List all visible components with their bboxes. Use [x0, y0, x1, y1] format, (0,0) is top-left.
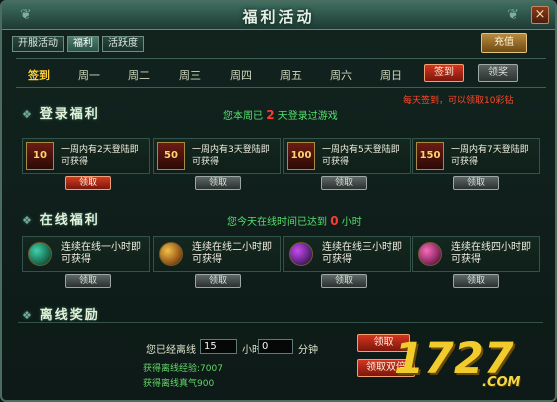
online-reward-card-4: 连续在线四小时即可获得 [412, 236, 540, 272]
login-claim-button-1[interactable]: 领取 [65, 176, 111, 190]
recharge-button[interactable]: 充值 [481, 33, 527, 53]
login-welfare-title: 登录福利 [22, 103, 100, 122]
day-friday: 周五 [280, 69, 302, 82]
online-reward-text-1: 连续在线一小时即可获得 [61, 242, 141, 265]
login-reward-text-3: 一周内有5天登陆即可获得 [322, 145, 400, 167]
weekday-bar: 签到 周一 周二 周三 周四 周五 周六 周日 签到 领奖 [16, 58, 546, 88]
window-title: 福利活动 [242, 8, 315, 26]
online-hours-value: 0 [330, 214, 339, 228]
login-reward-card-2: 50 一周内有3天登陆即可获得 [153, 138, 281, 174]
online-status-prefix: 您今天在线时间已达到 [227, 217, 327, 228]
signin-button[interactable]: 签到 [424, 64, 464, 82]
login-reward-text-4: 一周内有7天登陆即可获得 [451, 145, 529, 167]
offline-reward-title: 离线奖励 [22, 304, 100, 323]
watermark-sub: .COM [482, 375, 521, 390]
day-monday: 周一 [78, 69, 100, 82]
login-reward-card-4: 150 一周内有7天登陆即可获得 [412, 138, 540, 174]
close-button[interactable]: × [531, 6, 549, 24]
day-sunday: 周日 [380, 69, 402, 82]
login-status-prefix: 您本周已 [223, 111, 263, 122]
day-tuesday: 周二 [128, 69, 150, 82]
pink-orb-icon[interactable] [418, 242, 442, 266]
online-reward-card-3: 连续在线三小时即可获得 [283, 236, 411, 272]
login-reward-text-2: 一周内有3天登陆即可获得 [192, 145, 270, 167]
purple-orb-icon[interactable] [289, 242, 313, 266]
online-status: 您今天在线时间已达到 0 小时 [227, 213, 362, 228]
welfare-window: ❦ ❦ 福利活动 × 开服活动 福利 活跃度 充值 签到 周一 周二 周三 周四… [0, 0, 557, 402]
login-days-value: 2 [266, 108, 275, 122]
online-claim-button-1[interactable]: 领取 [65, 274, 111, 288]
online-status-suffix: 小时 [341, 217, 362, 228]
login-status-suffix: 天登录过游戏 [277, 111, 338, 122]
gift-100-icon[interactable]: 100 [287, 142, 315, 170]
offline-hours-input[interactable]: 15 [200, 339, 237, 354]
tab-welfare[interactable]: 福利 [67, 36, 99, 52]
green-orb-icon[interactable] [28, 242, 52, 266]
gold-orb-icon[interactable] [159, 242, 183, 266]
tab-bar: 开服活动 福利 活跃度 [12, 36, 144, 52]
offline-minutes-label: 分钟 [298, 345, 318, 356]
signin-reward-button[interactable]: 领奖 [478, 64, 518, 82]
login-reward-card-3: 100 一周内有5天登陆即可获得 [283, 138, 411, 174]
login-claim-button-3[interactable]: 领取 [321, 176, 367, 190]
gift-150-icon[interactable]: 150 [416, 142, 444, 170]
online-reward-text-4: 连续在线四小时即可获得 [451, 242, 531, 265]
day-saturday: 周六 [330, 69, 352, 82]
login-reward-card-1: 10 一周内有2天登陆即可获得 [22, 138, 150, 174]
signin-hint: 每天签到，可以领取10彩钻 [403, 96, 514, 106]
online-claim-button-2[interactable]: 领取 [195, 274, 241, 288]
offline-prefix: 您已经离线 [146, 345, 196, 356]
online-reward-card-1: 连续在线一小时即可获得 [22, 236, 150, 272]
offline-minutes-input[interactable]: 0 [258, 339, 293, 354]
login-reward-text-1: 一周内有2天登陆即可获得 [61, 145, 139, 167]
login-claim-button-4[interactable]: 领取 [453, 176, 499, 190]
online-reward-card-2: 连续在线二小时即可获得 [153, 236, 281, 272]
day-wednesday: 周三 [179, 69, 201, 82]
offline-qi: 获得离线真气900 [143, 379, 215, 389]
gift-50-icon[interactable]: 50 [157, 142, 185, 170]
online-claim-button-4[interactable]: 领取 [453, 274, 499, 288]
online-claim-button-3[interactable]: 领取 [321, 274, 367, 288]
gift-10-icon[interactable]: 10 [26, 142, 54, 170]
day-thursday: 周四 [230, 69, 252, 82]
tab-server-open[interactable]: 开服活动 [12, 36, 64, 52]
day-signin-label: 签到 [28, 69, 50, 82]
site-watermark: 1727 .COM [390, 328, 545, 396]
online-welfare-title: 在线福利 [22, 209, 100, 228]
online-reward-text-3: 连续在线三小时即可获得 [322, 242, 402, 265]
title-bar: ❦ ❦ 福利活动 × [2, 2, 555, 30]
offline-exp: 获得离线经验:7007 [143, 364, 223, 374]
online-reward-text-2: 连续在线二小时即可获得 [192, 242, 272, 265]
login-status: 您本周已 2 天登录过游戏 [223, 107, 338, 122]
login-claim-button-2[interactable]: 领取 [195, 176, 241, 190]
tab-activity[interactable]: 活跃度 [102, 36, 144, 52]
